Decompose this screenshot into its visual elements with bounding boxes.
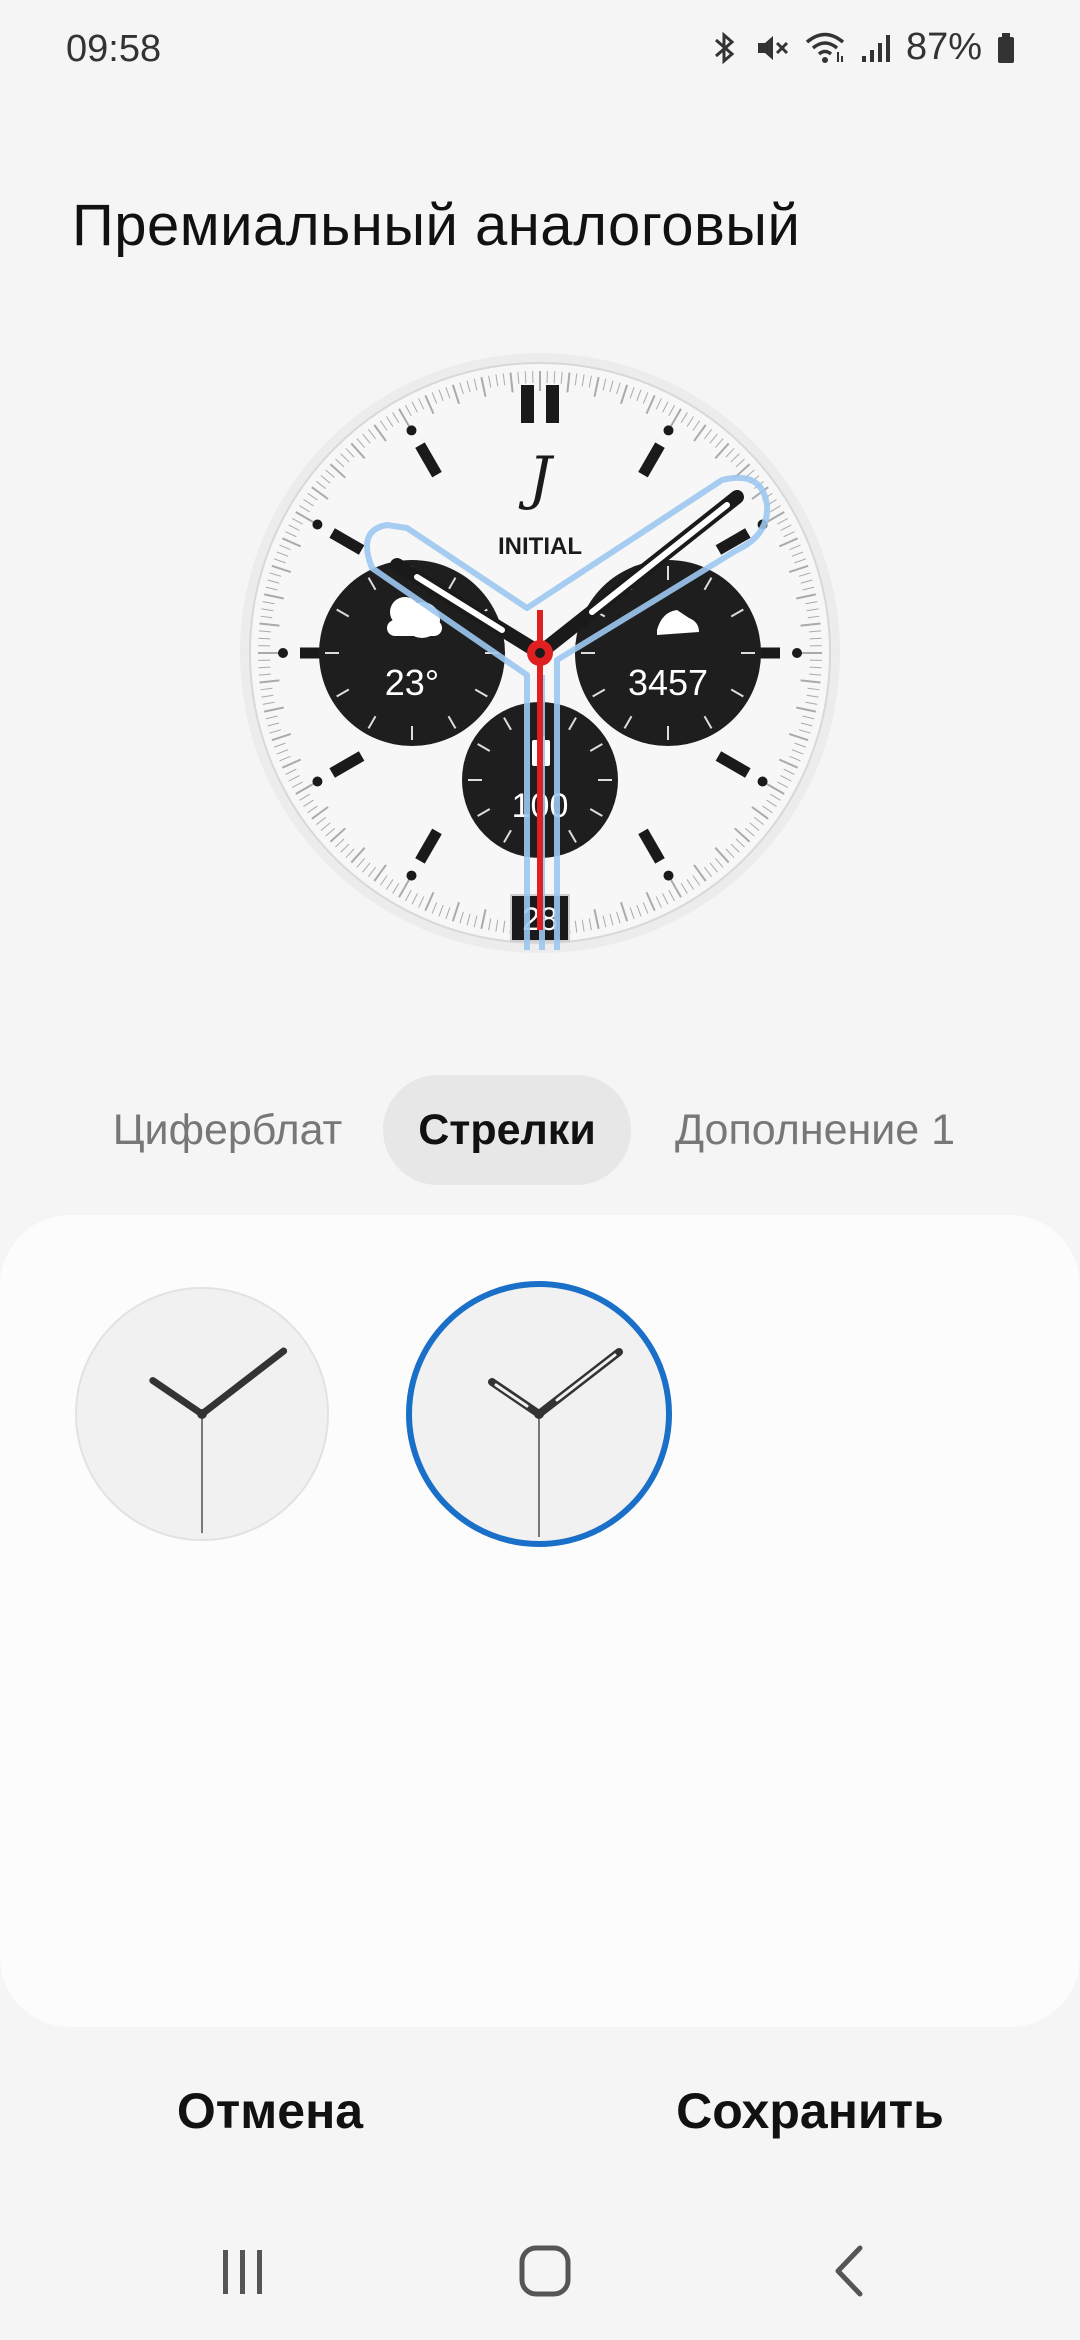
battery-icon (996, 30, 1016, 66)
system-nav-bar (0, 2200, 1080, 2340)
bluetooth-icon (710, 30, 740, 66)
tab-complication-1[interactable]: Дополнение 1 (650, 1075, 980, 1185)
status-time: 09:58 (66, 28, 162, 70)
home-icon[interactable] (495, 2230, 595, 2310)
battery-percent: 87% (905, 26, 982, 68)
back-icon[interactable] (800, 2230, 900, 2310)
tab-dial[interactable]: Циферблат (90, 1075, 365, 1185)
status-bar: 09:58 87% (0, 0, 1080, 105)
steps-count: 3457 (628, 662, 708, 703)
wifi-icon (804, 30, 846, 66)
weather-subdial (319, 560, 505, 746)
action-bar: Отмена Сохранить (0, 2055, 1080, 2165)
recents-icon[interactable] (193, 2230, 293, 2310)
steps-subdial (575, 560, 761, 746)
solid-hands-icon (149, 1347, 288, 1534)
brand-label: INITIAL (498, 533, 582, 560)
save-button[interactable]: Сохранить (650, 2055, 970, 2165)
cancel-button[interactable]: Отмена (120, 2055, 420, 2165)
status-icons: 87% (710, 26, 1016, 69)
customize-tabs: Циферблат Стрелки Дополнение 1 (0, 1075, 1080, 1185)
hand-style-option-outline[interactable] (406, 1281, 672, 1547)
tab-hands[interactable]: Стрелки (383, 1075, 631, 1185)
weather-temp: 23° (385, 662, 439, 703)
watch-face-preview: 23° 3457 100 J INITIAL 28 (237, 350, 843, 956)
page-title: Премиальный аналоговый (72, 193, 801, 258)
mute-icon (754, 30, 790, 66)
hand-style-option-solid[interactable] (75, 1287, 329, 1541)
outline-hands-icon (488, 1348, 623, 1537)
signal-icon (860, 30, 892, 66)
